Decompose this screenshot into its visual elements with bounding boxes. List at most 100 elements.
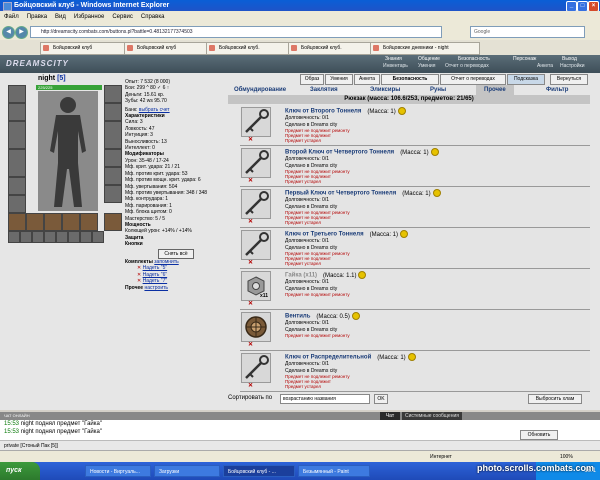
nav-inventory[interactable]: Инвентарь (383, 63, 408, 69)
delete-icon[interactable]: ✕ (248, 259, 253, 266)
nav-exit[interactable]: Выход (562, 56, 577, 62)
set-link[interactable]: Надеть "5" (143, 265, 168, 271)
set-link[interactable]: Надеть "7" (143, 278, 168, 284)
menu-edit[interactable]: Правка (23, 11, 51, 23)
belt-slot[interactable] (44, 213, 62, 231)
tab-other[interactable]: Прочее (476, 85, 514, 95)
item-name[interactable]: Первый Ключ от Четвертого Тоннеля (285, 191, 396, 197)
inventory-item[interactable]: ✕ Ключ от Третьего Тоннеля (Масса: 1) Дол… (240, 228, 590, 269)
belt-slot[interactable] (80, 213, 98, 231)
nav-skills[interactable]: Умения (418, 63, 435, 69)
rune-slot[interactable] (32, 231, 44, 243)
discard-junk-button[interactable]: Выбросить хлам (528, 394, 582, 404)
inventory-item[interactable]: ✕ Второй Ключ от Четвертого Тоннеля (Масс… (240, 146, 590, 187)
rune-slot[interactable] (92, 231, 104, 243)
tab-spells[interactable]: Заклятия (310, 85, 338, 95)
delete-icon[interactable]: ✕ (248, 300, 253, 307)
nav-profile[interactable]: Анкета (537, 63, 553, 69)
rune-slot[interactable] (68, 231, 80, 243)
task-combats[interactable]: Бойцовский клуб - ... (223, 465, 295, 477)
tab-1[interactable]: Бойцовский клуб× (40, 42, 134, 55)
item-name[interactable]: Ключ от Второго Тоннеля (285, 109, 361, 115)
tab-system-messages[interactable]: Системные сообщения (402, 412, 462, 420)
inventory-item[interactable]: ✕ Первый Ключ от Четвертого Тоннеля (Масс… (240, 187, 590, 228)
rune-slot[interactable] (44, 231, 56, 243)
chat-refresh-button[interactable]: Обновить (520, 430, 558, 440)
equip-slot-weapon[interactable] (8, 121, 26, 149)
item-name[interactable]: Ключ от Распределительной (285, 355, 371, 361)
menu-help[interactable]: Справка (137, 11, 169, 23)
inventory-item[interactable]: x11 ✕ Гайка (x11) (Масса: 1.1) Долговечно… (240, 269, 590, 310)
sort-select[interactable]: возрастанию названия (280, 394, 370, 404)
belt-slot[interactable] (8, 213, 26, 231)
delete-icon[interactable]: ✕ (248, 136, 253, 143)
task-downloads[interactable]: Загрузки (154, 465, 220, 477)
menu-favorites[interactable]: Избранное (70, 11, 108, 23)
equip-slot[interactable] (8, 177, 26, 195)
inventory-item[interactable]: ✕ Вентиль (Масса: 0.5) Долговечность: 0/1… (240, 310, 590, 351)
equip-slot-helmet[interactable] (104, 85, 122, 103)
rune-slot[interactable] (80, 231, 92, 243)
nav-character[interactable]: Персонаж (513, 56, 536, 62)
item-name[interactable]: Вентиль (285, 314, 310, 320)
delete-icon[interactable]: ✕ (248, 382, 253, 389)
belt-slot[interactable] (104, 213, 122, 231)
equip-slot[interactable] (104, 167, 122, 185)
rune-slot[interactable] (20, 231, 32, 243)
equip-slot-shield[interactable] (104, 121, 122, 149)
delete-icon[interactable]: ✕ (248, 177, 253, 184)
menu-tools[interactable]: Сервис (108, 11, 137, 23)
configure-link[interactable]: настроить (144, 285, 168, 291)
nav-transfer-report[interactable]: Отчет о переводах (445, 63, 489, 69)
item-name[interactable]: Второй Ключ от Четвертого Тоннеля (285, 150, 394, 156)
inventory-item[interactable]: ✕ Ключ от Распределительной (Масса: 1) До… (240, 351, 590, 392)
tab-runes[interactable]: Руны (430, 85, 446, 95)
remove-all-button[interactable]: Снять всё (158, 249, 194, 259)
equip-slot[interactable] (104, 103, 122, 121)
menu-view[interactable]: Вид (51, 11, 70, 23)
tab-filter[interactable]: Фильтр (546, 85, 568, 95)
tab-2[interactable]: Бойцовский клуб (124, 42, 216, 55)
back-icon[interactable]: ◀ (2, 26, 15, 39)
btn-hint[interactable]: Подсказка (507, 74, 545, 85)
nav-knowledge[interactable]: Знания (385, 56, 402, 62)
forward-icon[interactable]: ▶ (15, 26, 28, 39)
rune-slot[interactable] (8, 231, 20, 243)
tab-chat[interactable]: Чат (380, 412, 400, 420)
set-link[interactable]: Надеть "6" (143, 272, 168, 278)
inventory-item[interactable]: ✕ Ключ от Второго Тоннеля (Масса: 1) Долг… (240, 105, 590, 146)
equip-slot[interactable] (8, 195, 26, 213)
belt-header[interactable]: Кнопки (125, 241, 235, 247)
equip-slot[interactable] (8, 85, 26, 103)
equip-slot[interactable] (8, 103, 26, 121)
tab-3[interactable]: Бойцовский клуб. (206, 42, 298, 55)
rune-slot[interactable] (56, 231, 68, 243)
tab-elixirs[interactable]: Эликсиры (370, 85, 400, 95)
tab-5[interactable]: Бойцовские дневники - night (370, 42, 480, 55)
nav-communication[interactable]: Общение (418, 56, 440, 62)
sort-ok-button[interactable]: OK (374, 394, 388, 404)
task-paint[interactable]: Безымянный - Paint (298, 465, 370, 477)
equip-slot[interactable] (104, 149, 122, 167)
nav-settings[interactable]: Настройки (560, 63, 585, 69)
btn-profile[interactable]: Анкета (354, 74, 380, 85)
btn-image[interactable]: Образ (300, 74, 324, 85)
belt-slot[interactable] (26, 213, 44, 231)
url-input[interactable]: http://dreamscity.combats.com/buttons.pl… (30, 26, 442, 38)
equip-slot-armor[interactable] (8, 149, 26, 177)
start-button[interactable]: пуск (0, 462, 40, 480)
tab-equipment[interactable]: Обмундирование (234, 85, 286, 95)
menu-file[interactable]: Файл (0, 11, 23, 23)
btn-skills[interactable]: Умения (325, 74, 353, 85)
item-name[interactable]: Гайка (x11) (285, 273, 317, 279)
item-name[interactable]: Ключ от Третьего Тоннеля (285, 232, 364, 238)
remember-set-link[interactable]: запомнить (154, 259, 178, 265)
delete-icon[interactable]: ✕ (248, 341, 253, 348)
btn-transfer-report[interactable]: Отчет о переводах (440, 74, 506, 85)
delete-icon[interactable]: ✕ (248, 218, 253, 225)
tab-4[interactable]: Бойцовский клуб. (288, 42, 380, 55)
belt-slot[interactable] (62, 213, 80, 231)
equip-slot[interactable] (104, 185, 122, 203)
search-input[interactable]: Google (470, 26, 585, 38)
task-news[interactable]: Новости - Виртуаль... (85, 465, 151, 477)
